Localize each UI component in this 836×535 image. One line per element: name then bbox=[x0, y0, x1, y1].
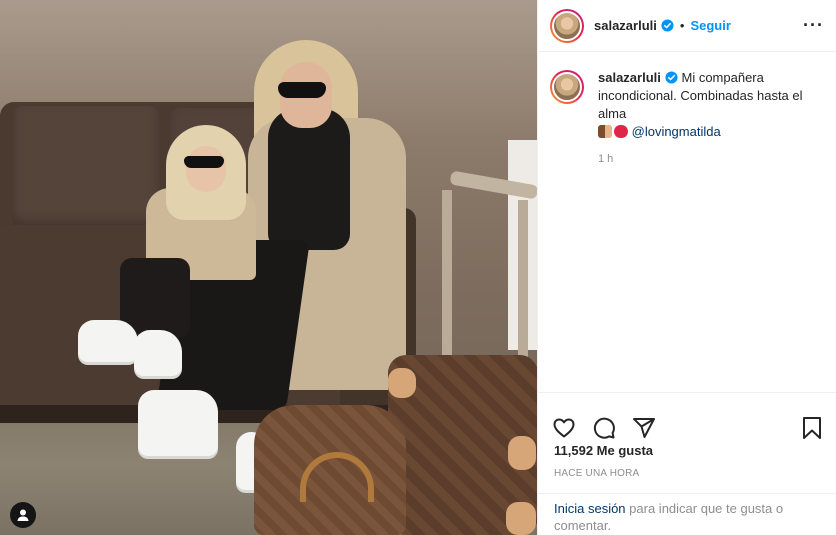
photo-woman-sweater bbox=[268, 108, 350, 250]
more-options-icon[interactable]: ··· bbox=[803, 15, 824, 36]
verified-icon bbox=[665, 71, 678, 84]
post-header: salazarluli • Seguir ··· bbox=[538, 0, 836, 52]
photo-girl-sunglasses bbox=[184, 156, 224, 168]
photo-suitcase-corner bbox=[506, 502, 536, 535]
photo-sneaker bbox=[78, 320, 138, 362]
follow-button[interactable]: Seguir bbox=[690, 18, 730, 33]
post-date: HACE UNA HORA bbox=[554, 468, 640, 479]
share-icon[interactable] bbox=[632, 416, 656, 440]
kiss-mark-icon bbox=[614, 125, 628, 138]
action-bar bbox=[538, 393, 836, 447]
photo-sneaker bbox=[134, 330, 182, 376]
heart-icon[interactable] bbox=[552, 416, 576, 440]
avatar[interactable] bbox=[550, 70, 584, 104]
photo-trolley-bar bbox=[442, 190, 452, 360]
login-link[interactable]: Inicia sesión bbox=[554, 501, 626, 516]
login-prompt: Inicia sesión para indicar que te gusta … bbox=[538, 493, 836, 534]
caption-timestamp: 1 h bbox=[598, 153, 614, 165]
caption-mention-link[interactable]: @lovingmatilda bbox=[632, 124, 721, 139]
post-sidebar: salazarluli • Seguir ··· salazarluli Mi … bbox=[537, 0, 836, 535]
avatar[interactable] bbox=[550, 8, 584, 43]
photo-sneaker bbox=[138, 390, 218, 456]
photo-girl-face bbox=[186, 146, 226, 192]
post-photo[interactable] bbox=[0, 0, 537, 535]
post-actions-section: 11,592 Me gusta HACE UNA HORA bbox=[538, 392, 836, 479]
photo-suitcase-corner bbox=[508, 436, 536, 470]
user-icon[interactable] bbox=[10, 502, 36, 528]
comment-icon[interactable] bbox=[592, 416, 616, 440]
bookmark-icon[interactable] bbox=[801, 416, 823, 440]
people-holding-hands-icon bbox=[598, 125, 612, 138]
photo-woman-sunglasses bbox=[278, 82, 326, 98]
username-link[interactable]: salazarluli bbox=[594, 18, 657, 33]
like-count[interactable]: 11,592 Me gusta bbox=[538, 443, 836, 458]
photo-suitcase-corner bbox=[388, 368, 416, 398]
caption-username[interactable]: salazarluli bbox=[598, 70, 661, 85]
photo-trolley-bar bbox=[518, 200, 528, 360]
verified-icon bbox=[661, 19, 674, 32]
header-separator: • bbox=[679, 18, 685, 33]
post-caption: salazarluli Mi compañera incondicional. … bbox=[538, 52, 836, 168]
photo-sofa-cushion bbox=[12, 106, 160, 228]
